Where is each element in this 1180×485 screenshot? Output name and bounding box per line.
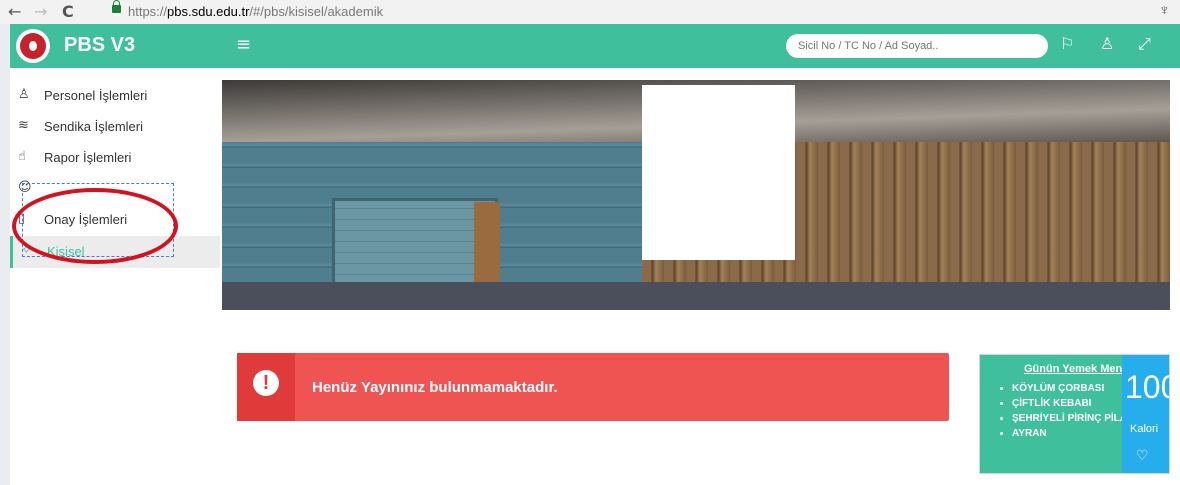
sidebar-item-rapor[interactable]: ☝ Rapor İşlemleri: [10, 142, 220, 174]
url-scheme: https://: [128, 4, 168, 19]
alert-message: Henüz Yayınınız bulunmamaktadır.: [312, 379, 558, 396]
sidebar-item-label: Personel İşlemleri: [44, 88, 148, 103]
calorie-value: 100: [1125, 369, 1169, 405]
meal-item: ŞEHRİYELİ PİRİNÇ PİLAVI: [1012, 413, 1136, 424]
user-icon: ♙: [18, 87, 30, 102]
flag-icon[interactable]: ⚐: [1060, 34, 1074, 53]
cover-image: [222, 80, 1170, 282]
university-logo-icon[interactable]: [16, 29, 50, 63]
meal-list: KÖYLÜM ÇORBASI ÇİFTLİK KEBABI ŞEHRİYELİ …: [1002, 383, 1136, 443]
brand-title[interactable]: PBS V3: [64, 34, 135, 57]
hamburger-menu-icon[interactable]: ≡: [236, 34, 251, 55]
calorie-panel: 100 Kalori ♡: [1122, 355, 1169, 473]
sidebar-item-label: Sendika İşlemleri: [44, 119, 143, 134]
forward-arrow-icon[interactable]: →: [34, 2, 47, 21]
back-arrow-icon[interactable]: ←: [8, 2, 21, 21]
meal-item: AYRAN: [1012, 428, 1136, 439]
meal-menu-widget: Günün Yemek Menüsü KÖYLÜM ÇORBASI ÇİFTLİ…: [979, 354, 1170, 474]
sidebar: ♙ Personel İşlemleri ≋ Sendika İşlemleri…: [10, 80, 220, 485]
browser-toolbar: ← → C https://pbs.sdu.edu.tr/#/pbs/kisis…: [0, 0, 1180, 25]
sidebar-item-sendika[interactable]: ≋ Sendika İşlemleri: [10, 111, 220, 143]
profile-band: [222, 282, 1170, 310]
sidebar-item-personel[interactable]: ♙ Personel İşlemleri: [10, 80, 220, 112]
heart-icon[interactable]: ♡: [1136, 448, 1149, 464]
layers-icon: ≋: [18, 118, 29, 133]
red-highlight-circle: [12, 188, 178, 264]
window-edge: [0, 24, 10, 485]
exclamation-icon: !: [253, 370, 279, 396]
alert-icon-area: !: [237, 353, 295, 421]
profile-photo-placeholder: [642, 85, 795, 260]
url-host: pbs.sdu.edu.tr: [167, 4, 250, 19]
reload-icon[interactable]: C: [62, 2, 74, 21]
app-header: PBS V3 ≡ ⚐ ♙ ⤢: [10, 24, 1180, 68]
url-path: /#/pbs/kisisel/akademik: [249, 4, 384, 19]
no-publications-alert: ! Henüz Yayınınız bulunmamaktadır.: [237, 353, 949, 421]
fullscreen-icon[interactable]: ⤢: [1138, 34, 1151, 54]
cover-wood-panel: [474, 202, 500, 282]
hand-icon: ☝: [18, 149, 26, 164]
calorie-label: Kalori: [1130, 423, 1159, 435]
user-icon[interactable]: ♙: [1100, 34, 1114, 53]
search-input[interactable]: [786, 34, 1048, 58]
meal-item: ÇİFTLİK KEBABI: [1012, 398, 1136, 409]
sidebar-item-label: Rapor İşlemleri: [44, 150, 132, 165]
lock-icon: [112, 0, 121, 13]
tree-extension-icon[interactable]: ♆: [1159, 2, 1170, 19]
address-bar[interactable]: https://pbs.sdu.edu.tr/#/pbs/kisisel/aka…: [128, 4, 383, 19]
meal-item: KÖYLÜM ÇORBASI: [1012, 383, 1136, 394]
